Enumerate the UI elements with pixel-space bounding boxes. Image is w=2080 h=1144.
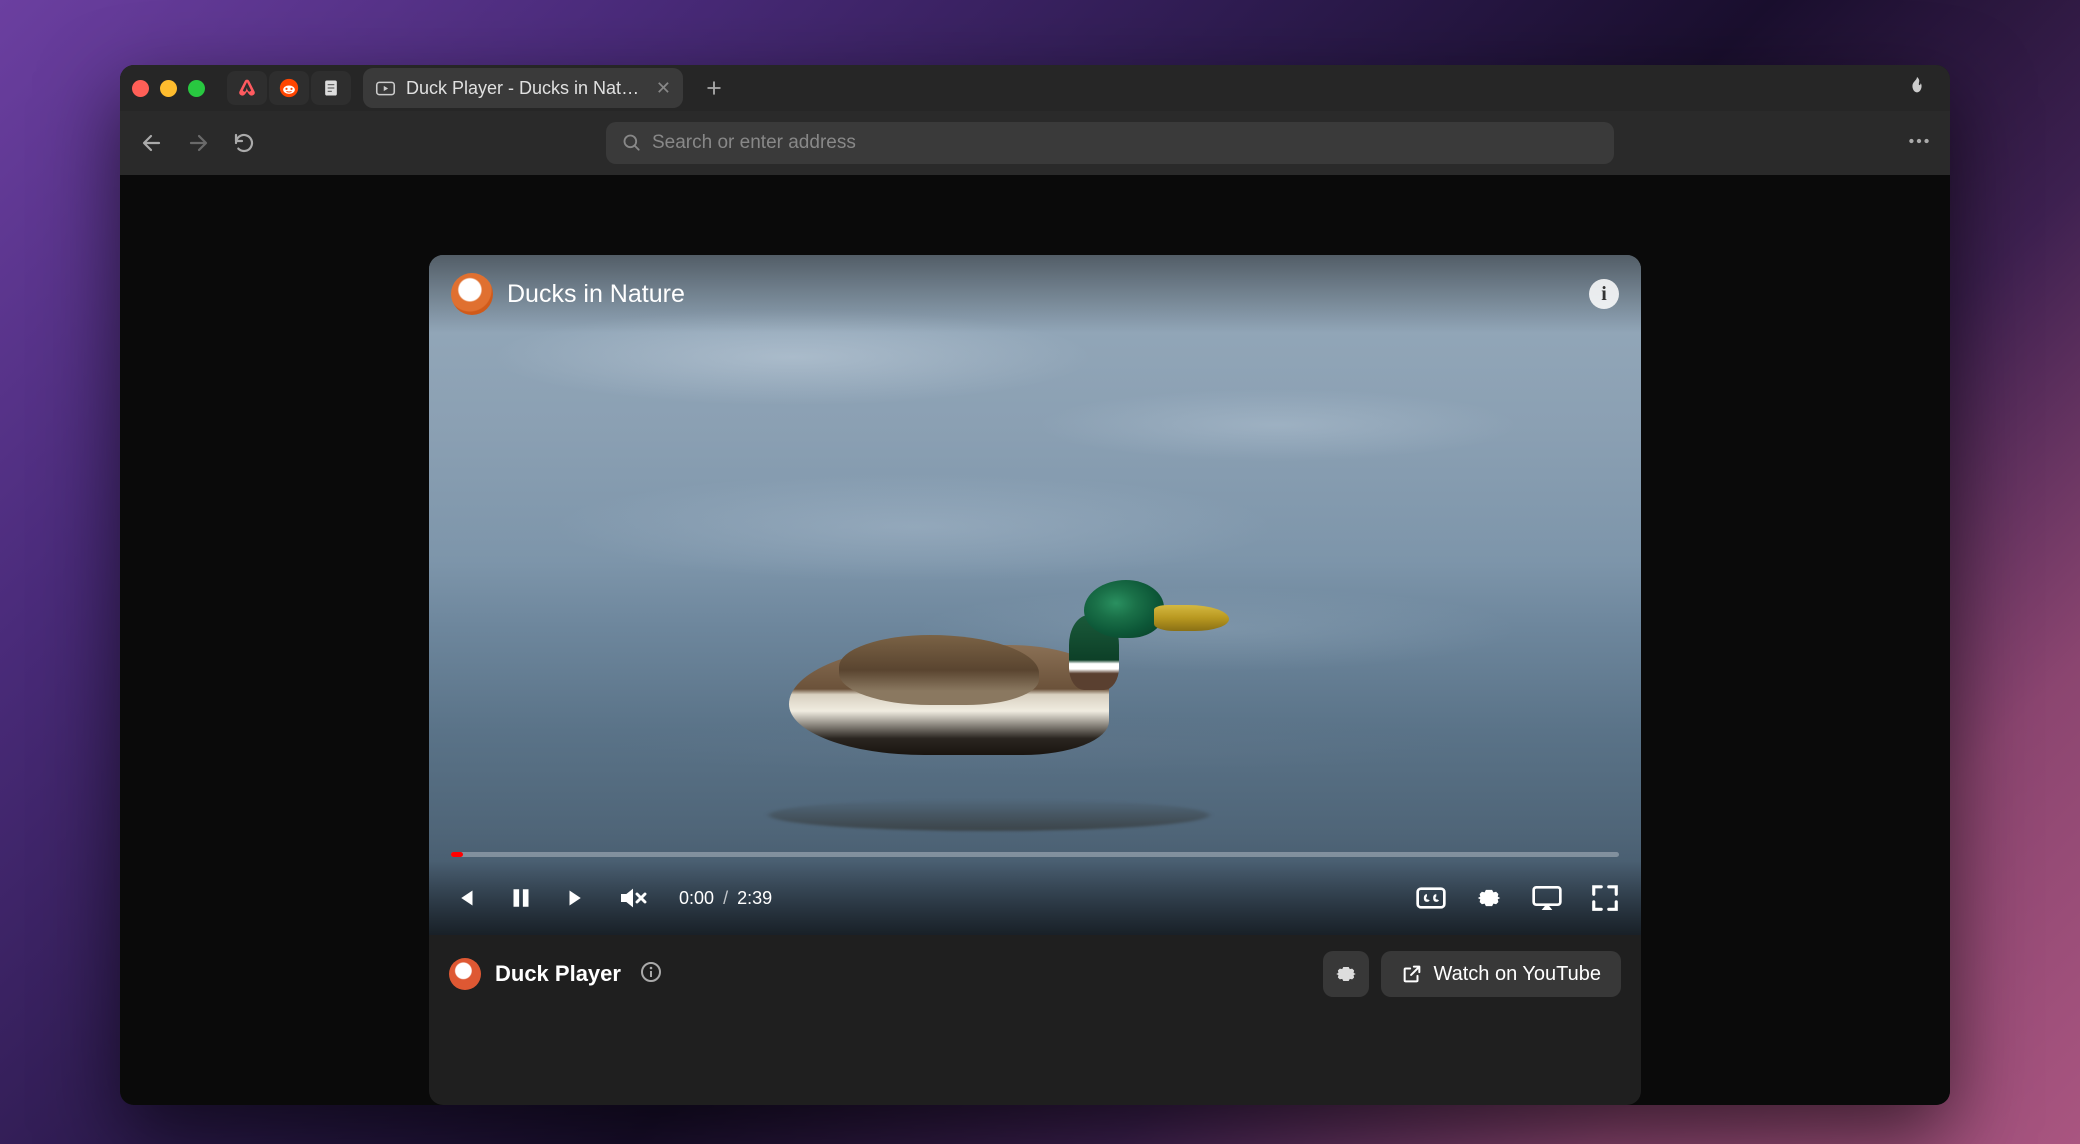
video-progress-bar[interactable] <box>451 852 1619 857</box>
settings-button[interactable] <box>1473 882 1505 914</box>
address-input[interactable] <box>652 132 1598 154</box>
fullscreen-button[interactable] <box>1589 882 1621 914</box>
content-area: Ducks in Nature i <box>120 175 1950 1105</box>
skip-previous-icon <box>450 883 480 913</box>
video-frame-reflection <box>769 799 1209 831</box>
pause-icon <box>506 883 536 913</box>
airbnb-icon <box>237 78 257 98</box>
pinned-tab-reddit[interactable] <box>269 71 309 105</box>
closed-captions-icon <box>1415 882 1447 914</box>
pinned-tab-airbnb[interactable] <box>227 71 267 105</box>
close-window-button[interactable] <box>132 80 149 97</box>
search-icon <box>622 133 642 153</box>
next-button[interactable] <box>561 882 593 914</box>
tab-title: Duck Player - Ducks in Nature <box>406 78 642 99</box>
duckduckgo-logo <box>449 958 481 990</box>
video-title: Ducks in Nature <box>507 280 685 309</box>
close-tab-button[interactable]: ✕ <box>656 78 671 99</box>
fullscreen-icon <box>1590 883 1620 913</box>
video-controls: 0:00 / 2:39 <box>429 861 1641 935</box>
video-player[interactable]: Ducks in Nature i <box>429 255 1641 935</box>
reload-icon <box>232 131 256 155</box>
volume-muted-icon <box>617 881 649 915</box>
player-settings-button[interactable] <box>1323 951 1369 997</box>
video-icon <box>375 78 396 99</box>
previous-button[interactable] <box>449 882 481 914</box>
captions-button[interactable] <box>1415 882 1447 914</box>
plus-icon <box>704 78 724 98</box>
video-info-button[interactable]: i <box>1589 279 1619 309</box>
pinned-tabs <box>227 71 351 105</box>
mute-button[interactable] <box>617 882 649 914</box>
channel-avatar[interactable] <box>451 273 493 315</box>
watch-on-youtube-button[interactable]: Watch on YouTube <box>1381 951 1621 997</box>
duck-player-container: Ducks in Nature i <box>429 255 1641 1105</box>
reddit-icon <box>279 78 299 98</box>
current-time: 0:00 <box>679 888 714 908</box>
time-display: 0:00 / 2:39 <box>679 888 772 909</box>
address-bar[interactable] <box>606 122 1614 164</box>
watch-on-youtube-label: Watch on YouTube <box>1433 963 1601 986</box>
back-button[interactable] <box>138 129 166 157</box>
gear-icon <box>1333 961 1359 987</box>
video-progress-fill <box>451 852 463 857</box>
browser-window: Duck Player - Ducks in Nature ✕ <box>120 65 1950 1105</box>
fire-button[interactable] <box>1896 75 1938 102</box>
active-tab[interactable]: Duck Player - Ducks in Nature ✕ <box>363 68 683 108</box>
pinned-tab-generic[interactable] <box>311 71 351 105</box>
external-link-icon <box>1401 963 1423 985</box>
more-menu-button[interactable] <box>1906 128 1932 159</box>
video-header: Ducks in Nature i <box>429 255 1641 333</box>
play-pause-button[interactable] <box>505 882 537 914</box>
flame-icon <box>1906 75 1928 97</box>
total-time: 2:39 <box>737 888 772 908</box>
minimize-window-button[interactable] <box>160 80 177 97</box>
video-frame-duck <box>759 585 1209 785</box>
tab-bar: Duck Player - Ducks in Nature ✕ <box>120 65 1950 111</box>
airplay-icon <box>1531 880 1563 916</box>
maximize-window-button[interactable] <box>188 80 205 97</box>
info-icon <box>639 960 663 984</box>
arrow-left-icon <box>140 131 164 155</box>
toolbar <box>120 111 1950 175</box>
new-tab-button[interactable] <box>697 71 731 105</box>
player-info-button[interactable] <box>639 960 663 989</box>
skip-next-icon <box>562 883 592 913</box>
time-separator: / <box>723 888 728 908</box>
document-icon <box>321 78 341 98</box>
gear-icon <box>1474 883 1504 913</box>
reload-button[interactable] <box>230 129 258 157</box>
player-name-label: Duck Player <box>495 961 621 987</box>
airplay-button[interactable] <box>1531 882 1563 914</box>
dots-horizontal-icon <box>1906 128 1932 154</box>
forward-button[interactable] <box>184 129 212 157</box>
arrow-right-icon <box>186 131 210 155</box>
player-bottom-bar: Duck Player Watch on YouTube <box>429 935 1641 1013</box>
window-controls <box>132 80 205 97</box>
